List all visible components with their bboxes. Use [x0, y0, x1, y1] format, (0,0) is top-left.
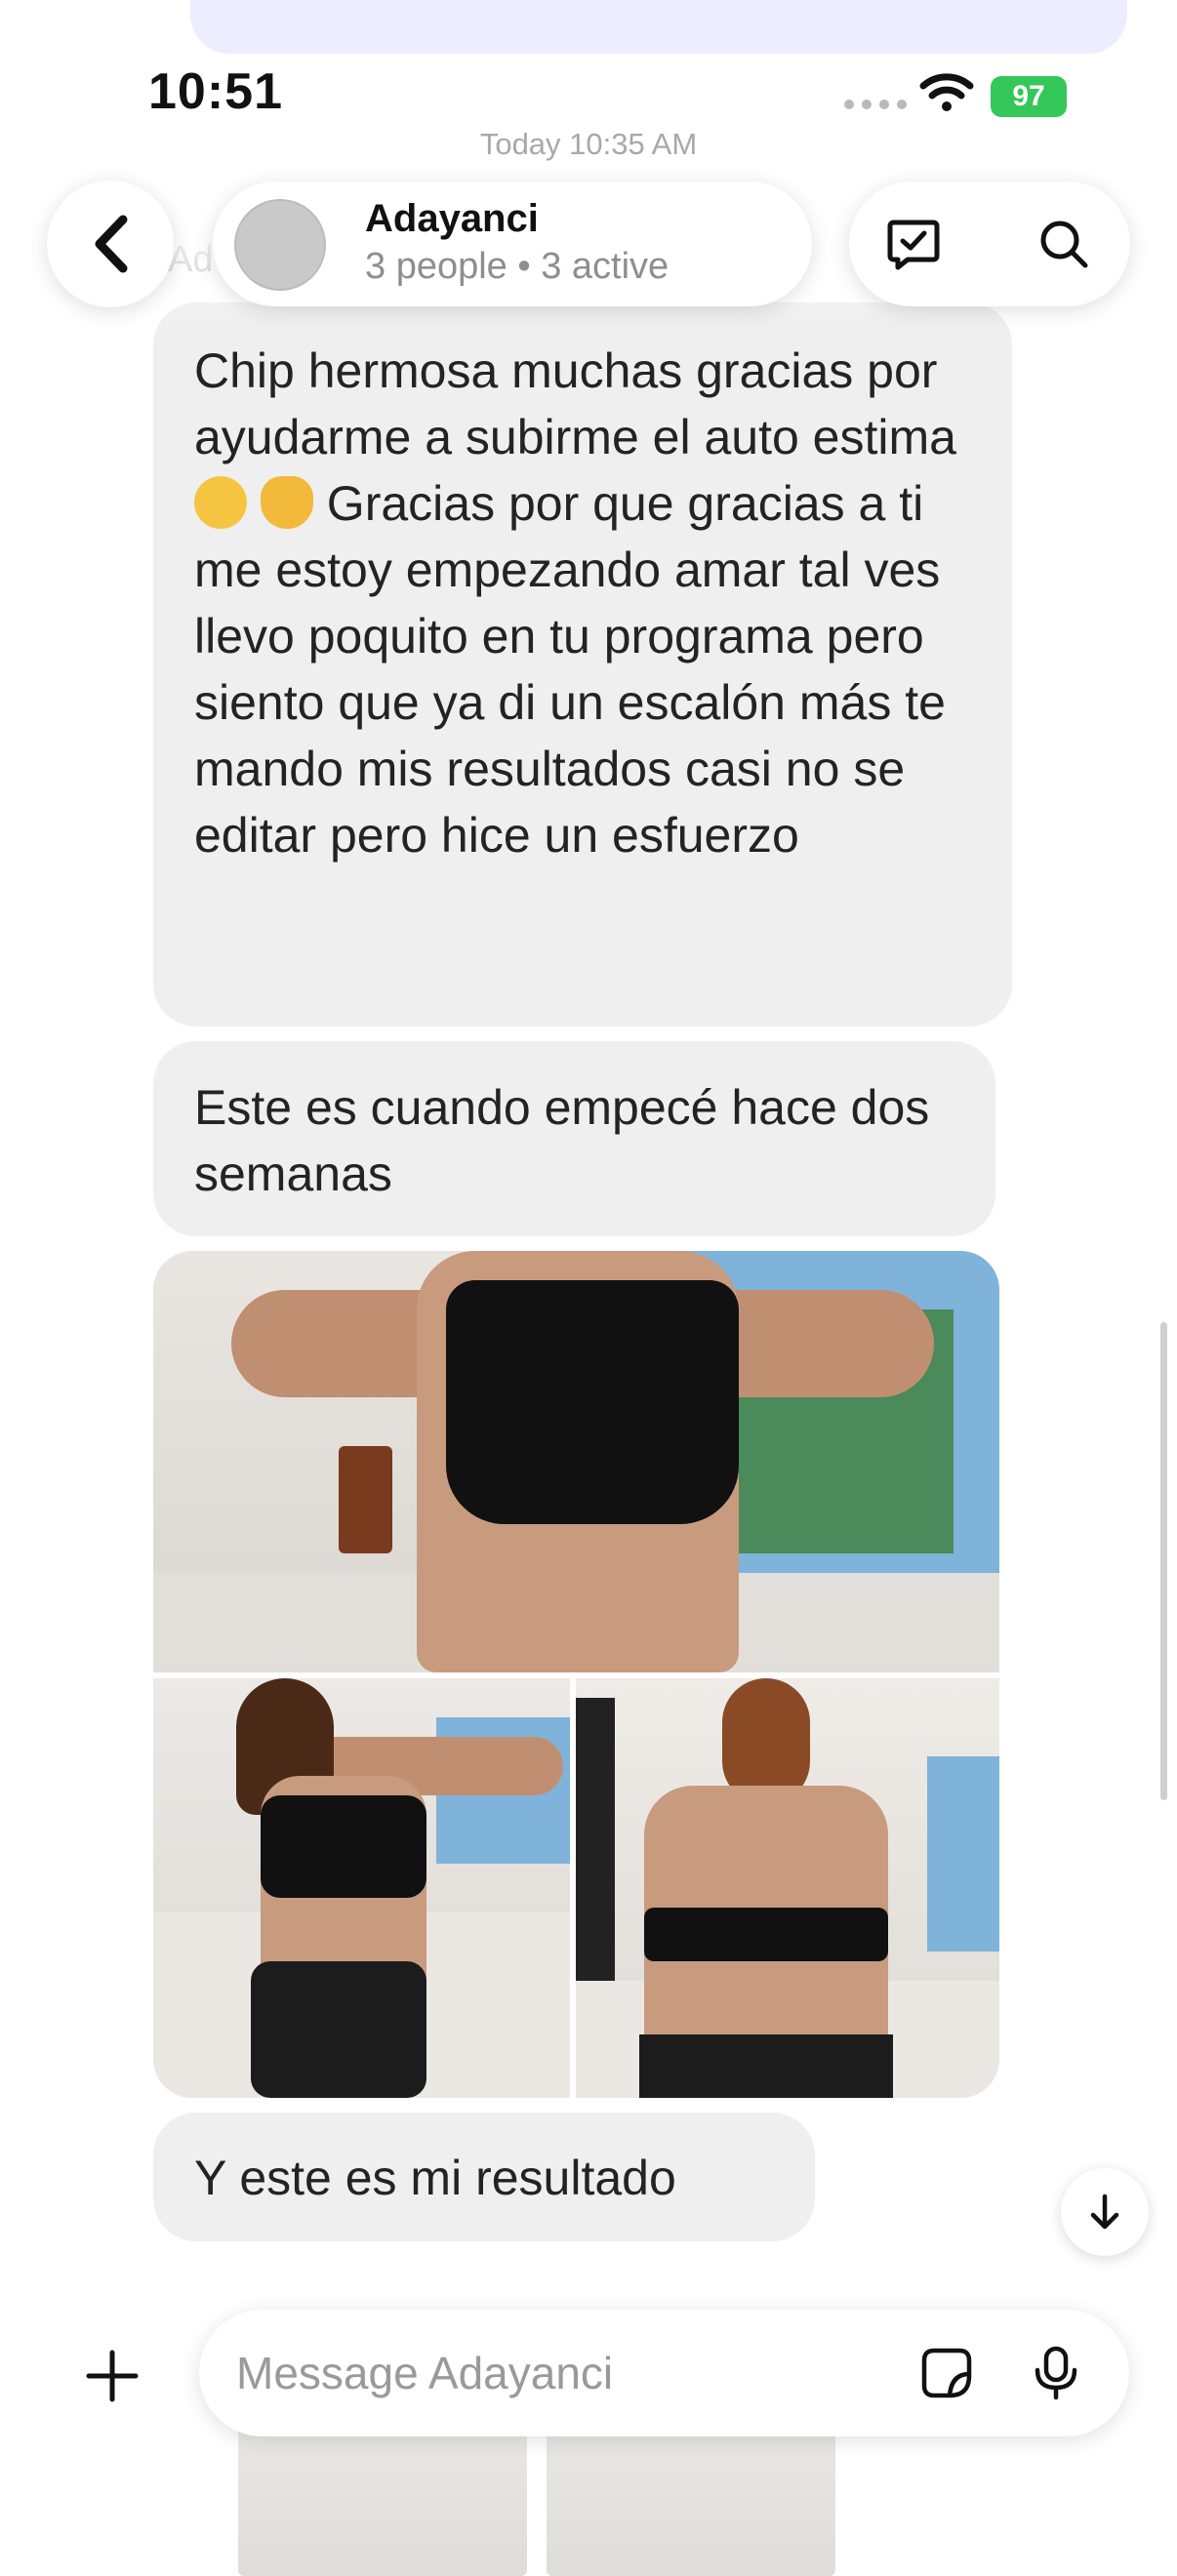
sticker-icon: [921, 2348, 972, 2398]
back-button[interactable]: [47, 181, 174, 307]
photo-back-view[interactable]: [576, 1678, 999, 2098]
conversation-header[interactable]: Adayanci 3 people • 3 active: [213, 181, 812, 306]
add-attachment-button[interactable]: [59, 2322, 166, 2430]
previous-message-bubble: [190, 0, 1127, 54]
arrow-down-icon: [1090, 2194, 1119, 2230]
avatar: [234, 199, 326, 291]
search-icon: [1040, 221, 1088, 268]
photo-collage[interactable]: [153, 1251, 999, 2098]
message-bubble[interactable]: Y este es mi resultado: [153, 2113, 815, 2241]
pleading-face-icon: [194, 476, 247, 529]
message-text: Este es cuando empecé hace dos semanas: [194, 1080, 930, 1201]
cellular-signal-icon: [844, 100, 907, 109]
tasks-button[interactable]: [878, 209, 949, 279]
conversation-title: Adayanci: [365, 197, 539, 240]
message-text: Chip hermosa muchas gracias por ayudarme…: [194, 343, 956, 464]
microphone-button[interactable]: [1021, 2338, 1091, 2408]
status-time: 10:51: [148, 63, 283, 120]
microphone-icon: [1035, 2346, 1077, 2400]
thread-timestamp: Today 10:35 AM: [479, 127, 698, 161]
conversation-subtitle: 3 people • 3 active: [365, 246, 670, 287]
message-text: Y este es mi resultado: [194, 2151, 676, 2205]
scroll-to-bottom-button[interactable]: [1061, 2168, 1149, 2256]
message-text: Gracias por que gracias a ti me estoy em…: [194, 476, 946, 863]
sticker-button[interactable]: [912, 2338, 982, 2408]
checklist-icon: [887, 220, 940, 270]
message-bubble[interactable]: Este es cuando empecé hace dos semanas: [153, 1041, 995, 1236]
photo-side-view[interactable]: [153, 1678, 570, 2098]
search-button[interactable]: [1029, 209, 1099, 279]
message-input[interactable]: [236, 2347, 861, 2399]
header-actions: [849, 181, 1130, 306]
plus-icon: [86, 2350, 139, 2402]
wifi-icon: [919, 73, 974, 111]
message-composer: [199, 2310, 1129, 2436]
heart-hands-icon: [260, 476, 313, 529]
message-bubble[interactable]: Chip hermosa muchas gracias por ayudarme…: [153, 302, 1012, 1026]
scrollbar[interactable]: [1160, 1322, 1167, 1800]
photo-front-view[interactable]: [153, 1251, 999, 1672]
battery-indicator: 97: [991, 76, 1067, 117]
chevron-left-icon: [95, 215, 128, 273]
